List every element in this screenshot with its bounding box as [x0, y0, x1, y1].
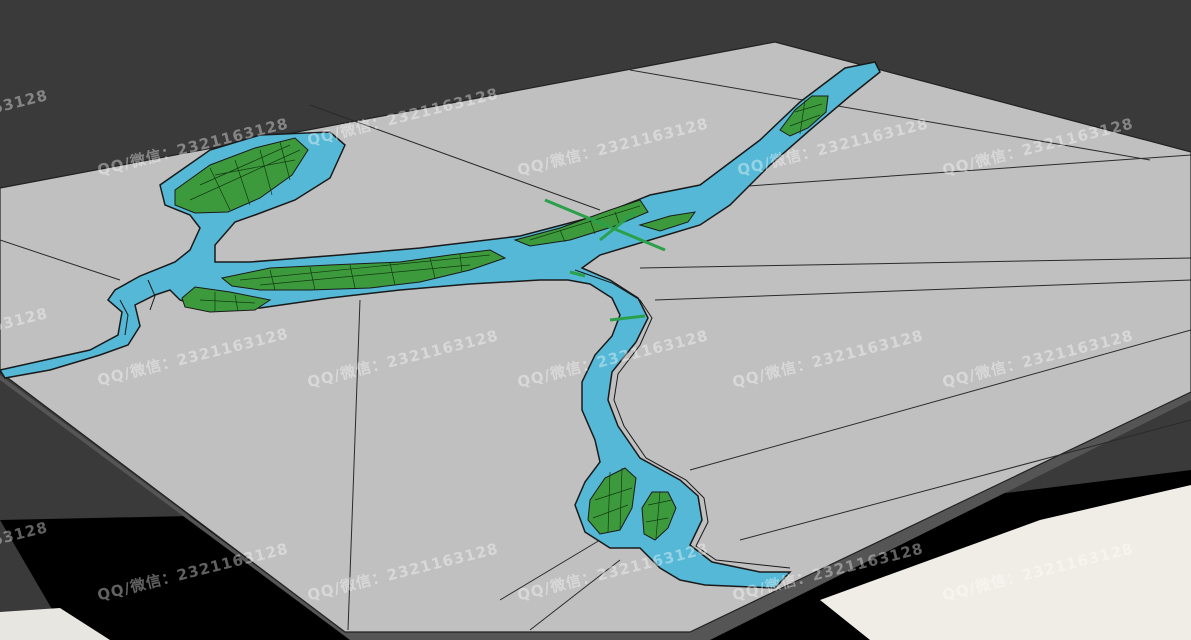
- 3d-viewport[interactable]: 63128 QQ/微信：2321163128 QQ/微信：2321163128 …: [0, 0, 1191, 640]
- terrain-scene[interactable]: [0, 0, 1191, 640]
